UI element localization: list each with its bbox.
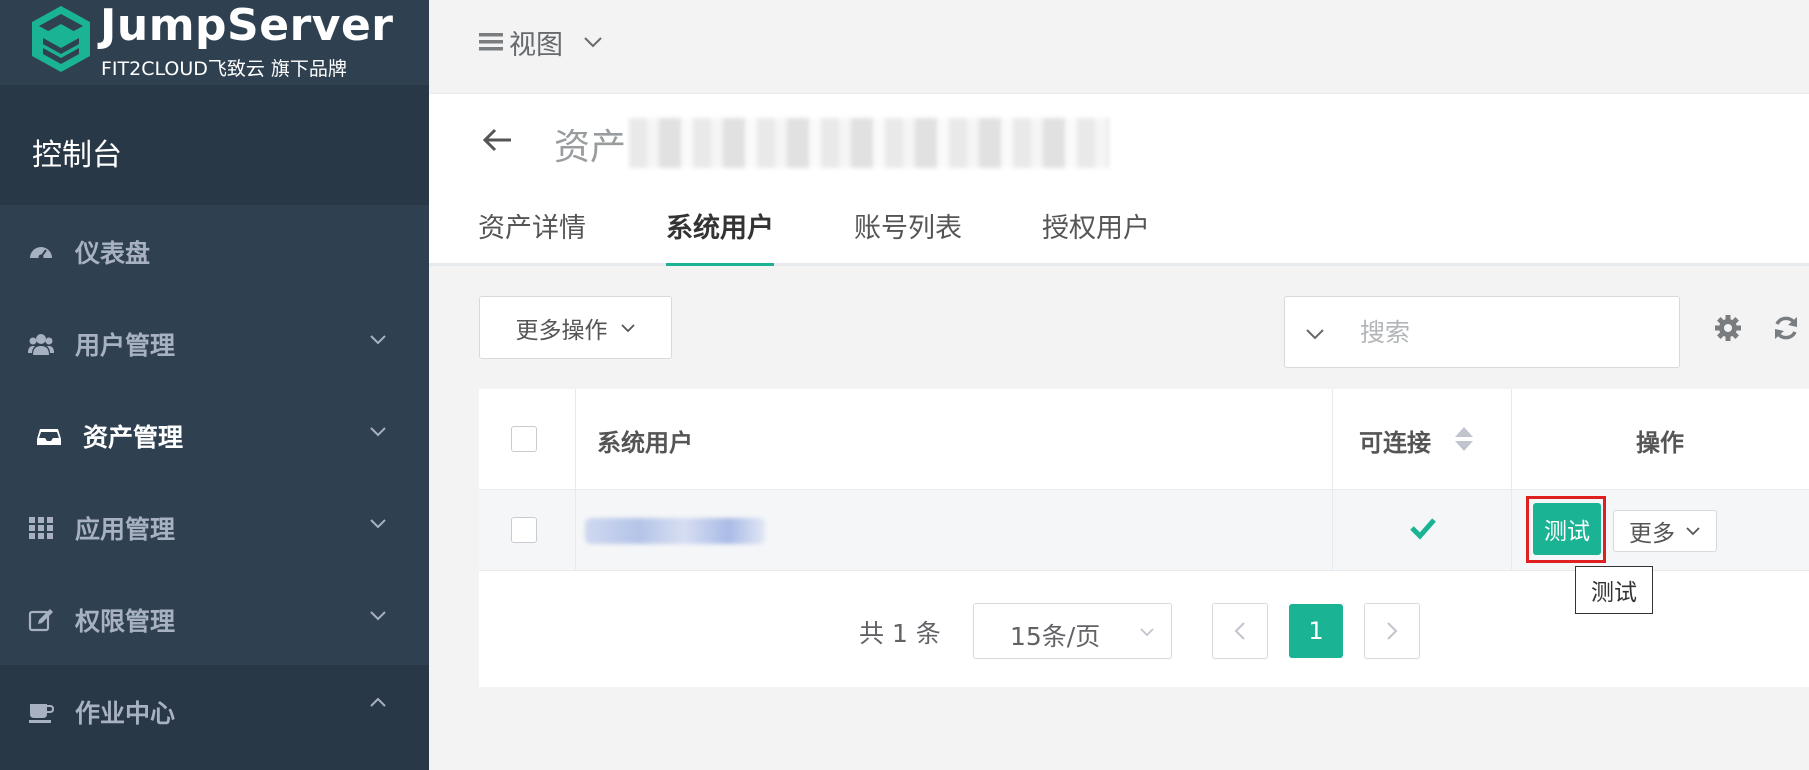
chevron-left-icon [1234,622,1245,640]
view-label: 视图 [509,29,563,61]
table-row: 测试 更多 [479,490,1809,571]
sidebar-item-label: 用户管理 [75,331,176,360]
coffee-icon [29,704,54,723]
tab-system-users[interactable]: 系统用户 [666,206,774,266]
users-icon [28,334,54,355]
topbar: 视图 [429,0,1809,94]
more-dropdown-button[interactable]: 更多 [1613,510,1717,552]
sidebar-item-label: 应用管理 [75,515,176,544]
refresh-icon[interactable] [1772,314,1800,342]
table-header: 系统用户 可连接 操作 [479,389,1809,490]
chevron-down-icon [620,323,635,332]
page-header: 资产 资产详情 系统用户 账号列表 授权用户 [429,94,1809,266]
pagination-total: 共 1 条 [859,619,941,648]
tab-account-list[interactable]: 账号列表 [854,206,962,266]
sort-icon [1455,427,1473,451]
jumpserver-logo-icon [32,6,90,72]
sidebar-item-permissions[interactable]: 权限管理 [0,573,429,665]
column-header-system-user: 系统用户 [597,429,693,457]
column-header-actions: 操作 [1636,429,1684,457]
sidebar-item-label: 权限管理 [75,607,176,636]
hamburger-icon [479,33,503,51]
page-number-1[interactable]: 1 [1289,604,1343,658]
chevron-down-icon [370,427,386,437]
chevron-down-icon [584,37,602,48]
redacted-system-user-link[interactable] [585,518,765,544]
sidebar-item-dashboard[interactable]: 仪表盘 [0,205,429,297]
brand-subtitle: FIT2CLOUD飞致云 旗下品牌 [101,58,347,80]
back-arrow-icon[interactable] [481,124,513,156]
view-menu-button[interactable]: 视图 [479,24,603,61]
gear-icon[interactable] [1714,314,1742,342]
chevron-down-icon [370,335,386,345]
page-size-select[interactable]: 15条/页 [973,603,1172,659]
sidebar-item-applications[interactable]: 应用管理 [0,481,429,573]
chevron-down-icon [370,611,386,621]
edit-icon [28,609,53,632]
column-divider [1511,389,1512,571]
chevron-down-icon [1686,527,1700,536]
column-divider [1332,389,1333,571]
console-header: 控制台 [0,85,429,205]
sidebar-item-label: 作业中心 [75,699,176,728]
sidebar-item-label: 仪表盘 [75,239,151,268]
select-all-checkbox[interactable] [511,426,537,452]
brand-title: JumpServer [100,0,394,51]
search-filter-chevron-icon[interactable] [1305,327,1325,341]
page-size-value: 15条/页 [1010,622,1101,651]
logo[interactable]: JumpServer FIT2CLOUD飞致云 旗下品牌 [0,0,429,85]
search-box [1284,296,1680,368]
column-divider [575,389,576,571]
more-actions-button[interactable]: 更多操作 [479,296,672,359]
sidebar-item-label: 资产管理 [83,423,184,452]
chevron-down-icon [370,519,386,529]
sidebar-item-users[interactable]: 用户管理 [0,297,429,389]
chevron-down-icon [1140,628,1154,637]
column-header-connectable: 可连接 [1359,429,1431,457]
chevron-up-icon [370,697,386,707]
row-checkbox[interactable] [511,517,537,543]
sidebar-item-jobs[interactable]: 作业中心 [0,665,429,770]
test-tooltip: 测试 [1575,566,1653,614]
tab-asset-detail[interactable]: 资产详情 [478,206,586,266]
prev-page-button[interactable] [1212,603,1268,659]
test-button[interactable]: 测试 [1533,503,1601,555]
grid-icon [29,517,53,539]
inbox-icon [37,429,61,445]
sidebar-item-assets[interactable]: 资产管理 [0,389,429,481]
chevron-right-icon [1387,622,1398,640]
more-label: 更多 [1629,521,1675,547]
console-label: 控制台 [32,138,122,173]
check-icon [1410,518,1436,540]
next-page-button[interactable] [1364,603,1420,659]
sidebar-nav: 仪表盘 用户管理 资产管理 应用管理 权限管理 作业中心 [0,205,429,770]
page-title: 资产 [554,127,627,168]
tab-authorized-users[interactable]: 授权用户 [1042,206,1150,266]
sidebar: JumpServer FIT2CLOUD飞致云 旗下品牌 控制台 仪表盘 用户管… [0,0,429,770]
tabs: 资产详情 系统用户 账号列表 授权用户 [478,206,1230,266]
search-input[interactable] [1360,311,1660,353]
redacted-asset-name [629,118,1109,168]
dashboard-icon [30,247,52,260]
more-actions-label: 更多操作 [515,317,608,344]
